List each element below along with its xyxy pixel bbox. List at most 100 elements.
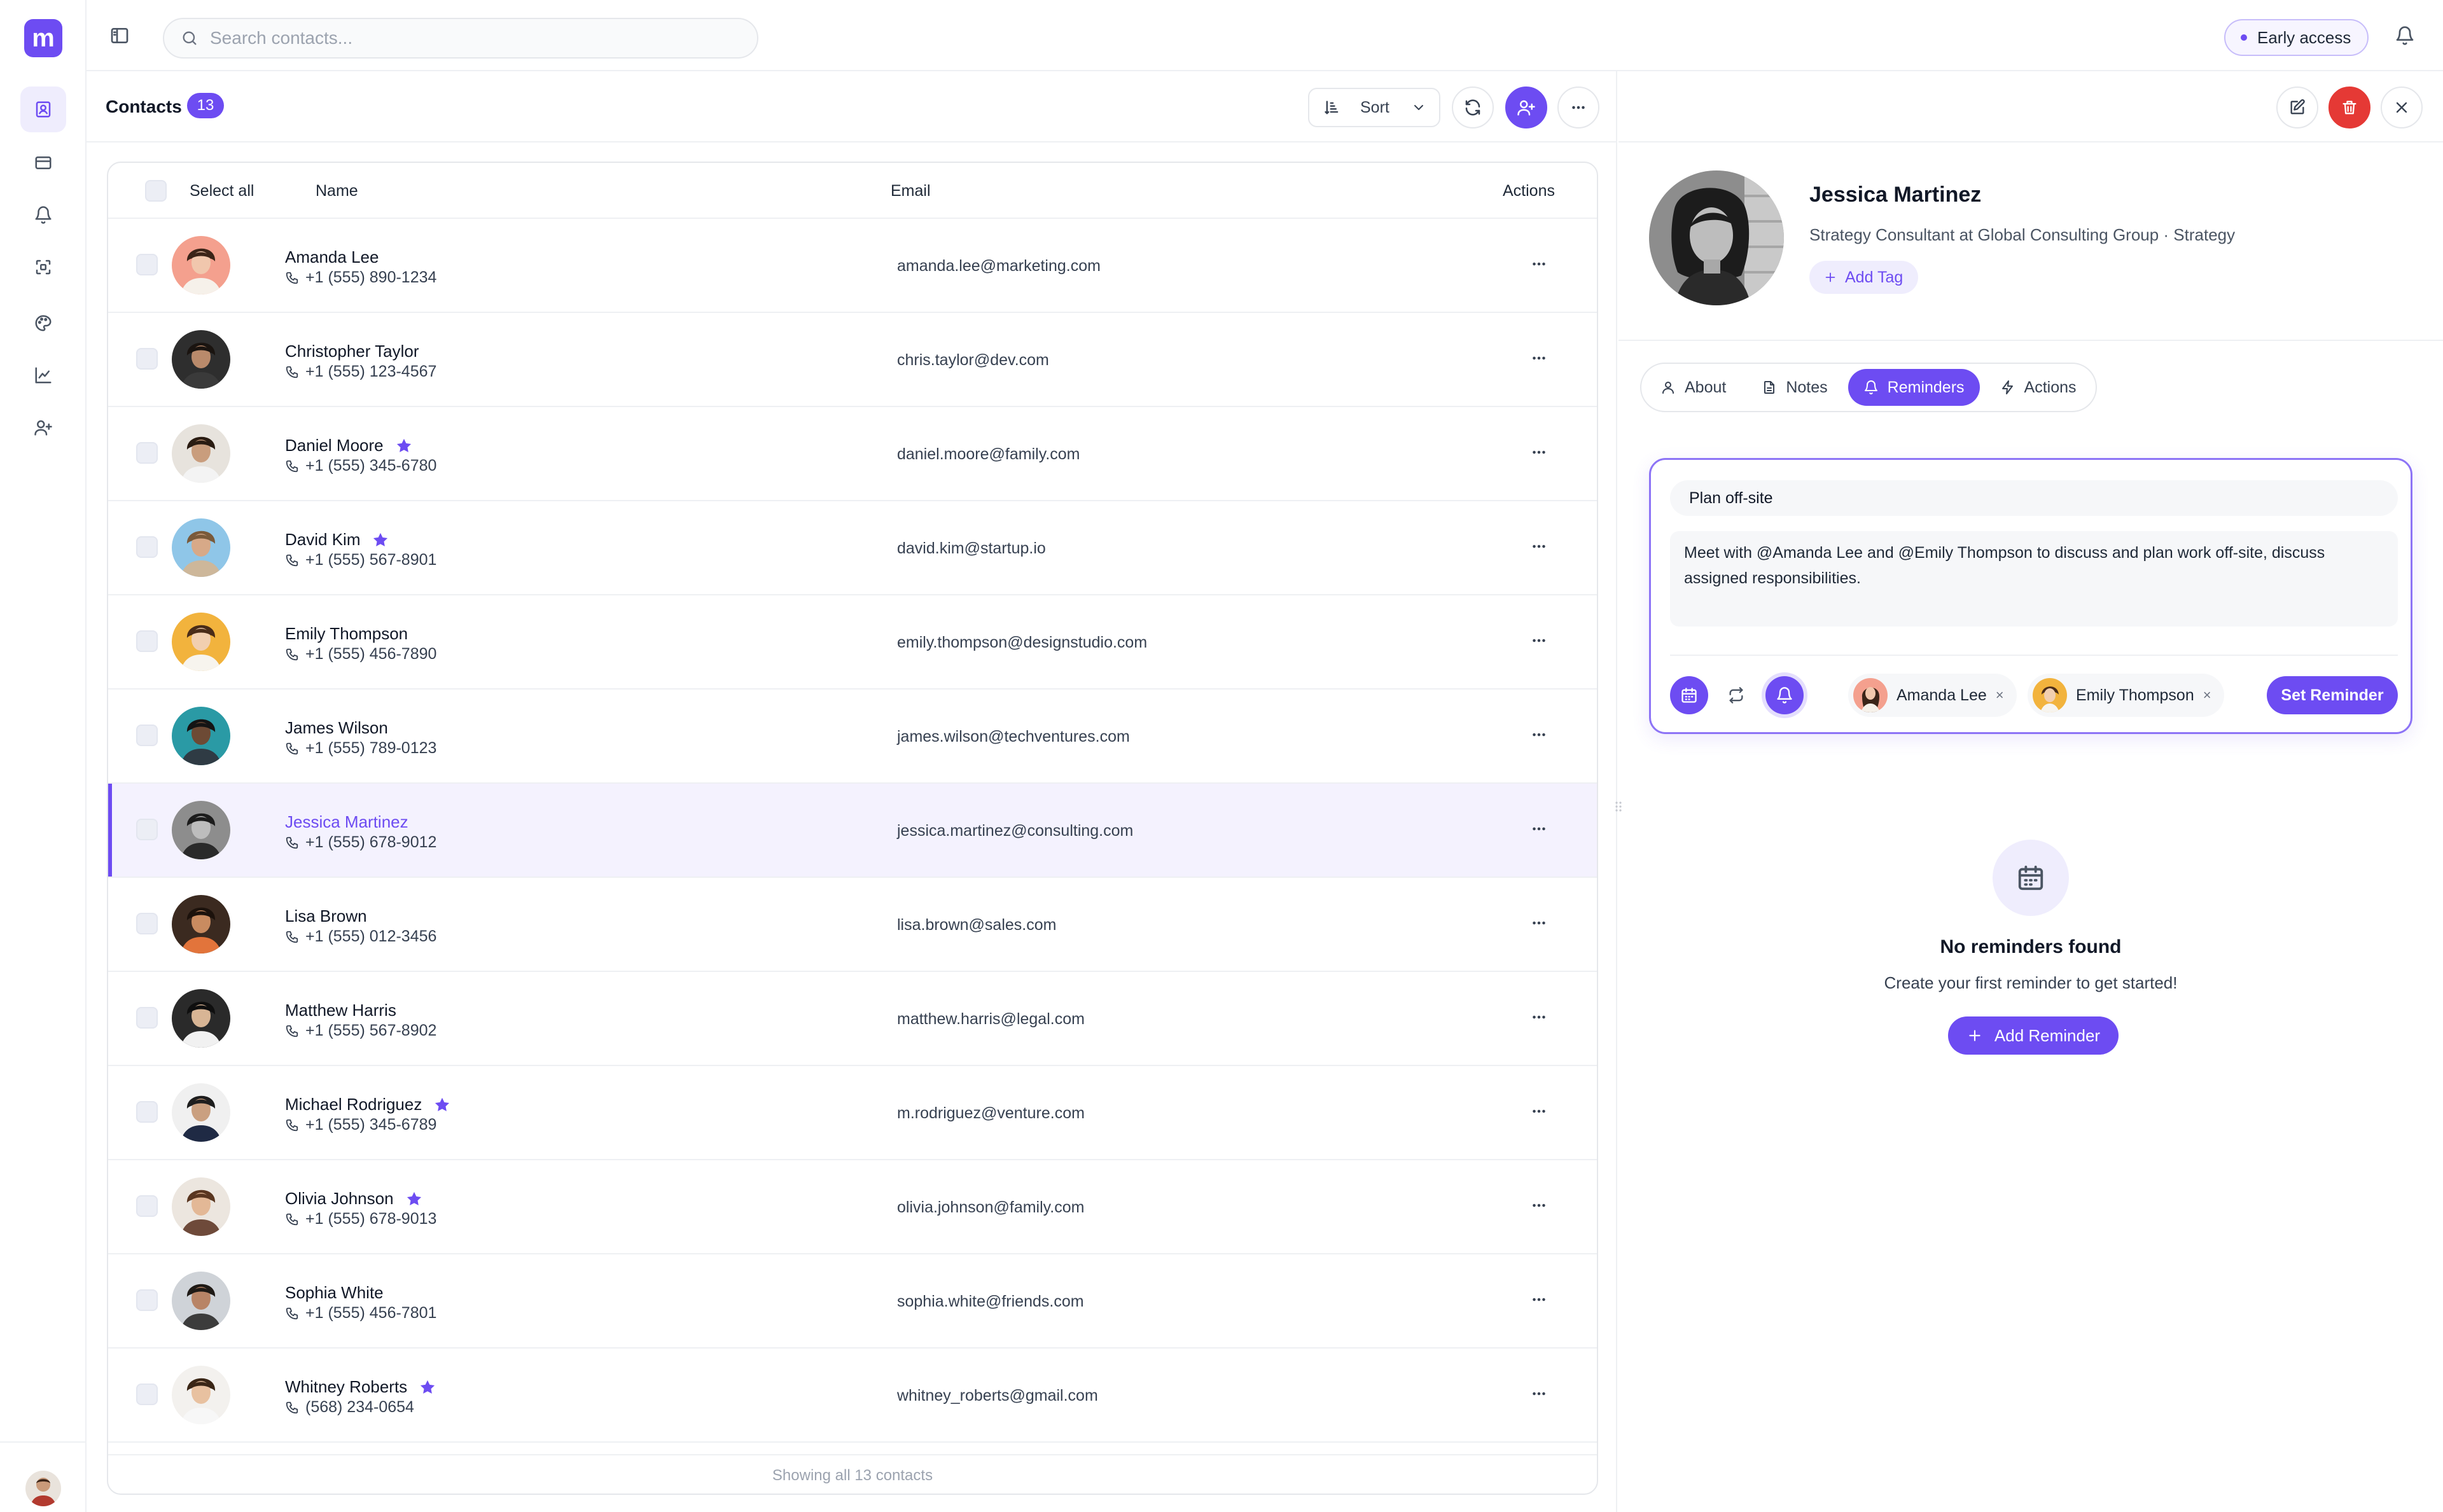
early-access-badge[interactable]: Early access xyxy=(2224,19,2369,56)
row-more-icon[interactable] xyxy=(1529,1102,1549,1121)
row-more-icon[interactable] xyxy=(1529,631,1549,650)
row-checkbox[interactable] xyxy=(136,913,158,934)
row-more-icon[interactable] xyxy=(1529,725,1549,744)
contact-name[interactable]: David Kim xyxy=(285,530,389,550)
table-row[interactable]: Lisa Brown +1 (555) 012-3456 lisa.brown@sa… xyxy=(108,878,1597,972)
contact-email[interactable]: lisa.brown@sales.com xyxy=(897,916,1056,934)
remove-chip-icon[interactable]: × xyxy=(2203,687,2211,704)
sidebar-toggle-icon[interactable] xyxy=(109,25,130,46)
contact-name[interactable]: Whitney Roberts xyxy=(285,1377,436,1397)
row-checkbox[interactable] xyxy=(136,1007,158,1029)
table-row[interactable]: Amanda Lee +1 (555) 890-1234 amanda.lee@ma… xyxy=(108,219,1597,313)
row-more-icon[interactable] xyxy=(1529,254,1549,274)
contact-name[interactable]: Amanda Lee xyxy=(285,247,379,267)
contact-name[interactable]: Daniel Moore xyxy=(285,436,413,455)
table-row[interactable]: Matthew Harris +1 (555) 567-8902 matthew.h… xyxy=(108,972,1597,1066)
table-row[interactable]: Christopher Taylor +1 (555) 123-4567 chris… xyxy=(108,313,1597,407)
chart-icon[interactable] xyxy=(20,352,66,398)
contact-email[interactable]: m.rodriguez@venture.com xyxy=(897,1104,1085,1123)
table-row[interactable]: Michael Rodriguez +1 (555) 345-6789 m.rodr… xyxy=(108,1066,1597,1160)
contact-email[interactable]: whitney_roberts@gmail.com xyxy=(897,1387,1098,1405)
contact-name[interactable]: Christopher Taylor xyxy=(285,342,419,361)
pick-date-button[interactable] xyxy=(1670,676,1708,714)
column-header-email[interactable]: Email xyxy=(891,182,931,200)
contact-email[interactable]: david.kim@startup.io xyxy=(897,539,1046,558)
star-icon[interactable] xyxy=(372,531,389,549)
table-row[interactable]: Olivia Johnson +1 (555) 678-9013 olivia.jo… xyxy=(108,1160,1597,1254)
contact-email[interactable]: chris.taylor@dev.com xyxy=(897,351,1049,370)
contact-name[interactable]: Emily Thompson xyxy=(285,624,408,644)
column-header-name[interactable]: Name xyxy=(316,182,358,200)
row-checkbox[interactable] xyxy=(136,630,158,652)
close-detail-button[interactable] xyxy=(2381,87,2423,128)
set-reminder-button[interactable]: Set Reminder xyxy=(2267,676,2398,714)
table-row[interactable]: Daniel Moore +1 (555) 345-6780 daniel.moor… xyxy=(108,407,1597,501)
contact-name[interactable]: James Wilson xyxy=(285,718,388,738)
refresh-button[interactable] xyxy=(1452,87,1494,128)
row-more-icon[interactable] xyxy=(1529,913,1549,933)
user-plus-icon[interactable] xyxy=(20,405,66,450)
contact-name[interactable]: Lisa Brown xyxy=(285,906,367,926)
table-row[interactable]: Sophia White +1 (555) 456-7801 sophia.whit… xyxy=(108,1254,1597,1349)
search-box[interactable] xyxy=(163,18,758,59)
tab-reminders[interactable]: Reminders xyxy=(1848,369,1980,406)
reminder-body-input[interactable] xyxy=(1670,531,2398,627)
row-more-icon[interactable] xyxy=(1529,537,1549,556)
star-icon[interactable] xyxy=(405,1190,423,1208)
palette-icon[interactable] xyxy=(20,300,66,346)
reminder-title-input[interactable] xyxy=(1670,480,2398,516)
contact-email[interactable]: olivia.johnson@family.com xyxy=(897,1198,1084,1217)
select-all-label[interactable]: Select all xyxy=(190,182,254,200)
row-checkbox[interactable] xyxy=(136,1384,158,1405)
contact-email[interactable]: daniel.moore@family.com xyxy=(897,445,1080,464)
add-contact-button[interactable] xyxy=(1505,87,1547,128)
contact-name[interactable]: Jessica Martinez xyxy=(285,812,408,832)
row-checkbox[interactable] xyxy=(136,442,158,464)
delete-contact-button[interactable] xyxy=(2328,87,2370,128)
star-icon[interactable] xyxy=(395,437,413,455)
repeat-button[interactable] xyxy=(1717,676,1755,714)
tab-notes[interactable]: Notes xyxy=(1746,369,1842,406)
scan-icon[interactable] xyxy=(20,244,66,290)
row-more-icon[interactable] xyxy=(1529,1290,1549,1309)
select-all-checkbox[interactable] xyxy=(145,180,167,202)
contact-name[interactable]: Sophia White xyxy=(285,1283,384,1303)
notifications-bell-icon[interactable] xyxy=(2395,25,2415,46)
bell-icon[interactable] xyxy=(20,192,66,238)
row-more-icon[interactable] xyxy=(1529,443,1549,462)
row-checkbox[interactable] xyxy=(136,1101,158,1123)
row-more-icon[interactable] xyxy=(1529,1196,1549,1215)
contact-email[interactable]: amanda.lee@marketing.com xyxy=(897,257,1101,275)
search-input[interactable] xyxy=(210,28,732,48)
star-icon[interactable] xyxy=(419,1378,436,1396)
row-checkbox[interactable] xyxy=(136,254,158,275)
more-options-button[interactable] xyxy=(1557,87,1599,128)
table-row[interactable]: James Wilson +1 (555) 789-0123 james.wilso… xyxy=(108,690,1597,784)
current-user-avatar[interactable] xyxy=(25,1471,61,1506)
tab-actions[interactable]: Actions xyxy=(1985,369,2092,406)
row-checkbox[interactable] xyxy=(136,1289,158,1311)
app-logo[interactable]: m xyxy=(24,19,62,57)
row-more-icon[interactable] xyxy=(1529,349,1549,368)
contacts-icon[interactable] xyxy=(20,87,66,132)
person-chip-amanda[interactable]: Amanda Lee × xyxy=(1848,674,2017,717)
row-checkbox[interactable] xyxy=(136,819,158,840)
row-checkbox[interactable] xyxy=(136,725,158,746)
contact-email[interactable]: sophia.white@friends.com xyxy=(897,1293,1084,1311)
star-icon[interactable] xyxy=(433,1096,451,1114)
edit-contact-button[interactable] xyxy=(2276,87,2318,128)
sort-button[interactable]: Sort xyxy=(1308,88,1440,127)
notify-toggle-button[interactable] xyxy=(1765,676,1804,714)
row-checkbox[interactable] xyxy=(136,1195,158,1217)
table-row[interactable]: David Kim +1 (555) 567-8901 david.kim@star… xyxy=(108,501,1597,595)
row-checkbox[interactable] xyxy=(136,536,158,558)
row-more-icon[interactable] xyxy=(1529,1008,1549,1027)
contact-email[interactable]: james.wilson@techventures.com xyxy=(897,728,1130,746)
contact-name[interactable]: Matthew Harris xyxy=(285,1001,396,1020)
contact-name[interactable]: Michael Rodriguez xyxy=(285,1095,451,1114)
person-chip-emily[interactable]: Emily Thompson × xyxy=(2028,674,2224,717)
table-row[interactable]: Whitney Roberts (568) 234-0654 whitney_rob… xyxy=(108,1349,1597,1443)
contact-email[interactable]: emily.thompson@designstudio.com xyxy=(897,634,1147,652)
tab-about[interactable]: About xyxy=(1645,369,1741,406)
row-checkbox[interactable] xyxy=(136,348,158,370)
